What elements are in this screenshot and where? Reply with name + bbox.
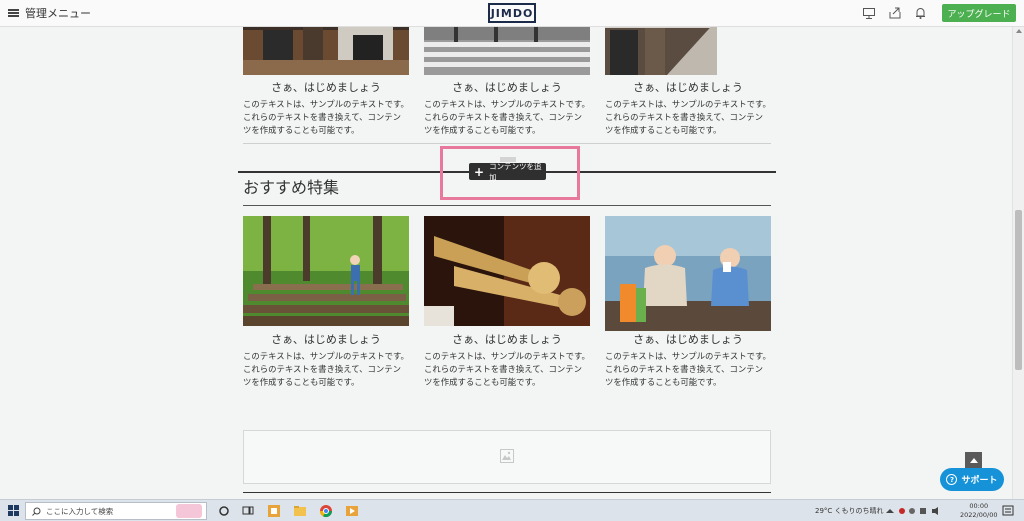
taskbar-search-placeholder: ここに入力して検索	[46, 506, 114, 516]
card-title: さぁ、はじめましょう	[452, 81, 562, 94]
card-title: さぁ、はじめましょう	[633, 333, 743, 346]
windows-start-icon[interactable]	[8, 505, 19, 516]
monitor-icon[interactable]	[862, 6, 876, 20]
scroll-thumb[interactable]	[1015, 210, 1022, 370]
system-tray-icons[interactable]	[884, 503, 944, 519]
image-icon	[500, 449, 514, 463]
bell-icon[interactable]	[913, 6, 927, 20]
clock-time: 00:00	[969, 502, 989, 510]
search-icon	[32, 507, 41, 516]
admin-menu-label: 管理メニュー	[25, 7, 91, 20]
chevron-up-icon	[969, 457, 978, 463]
scroll-to-top-button[interactable]	[965, 452, 982, 468]
trumpet-band-image[interactable]	[424, 216, 590, 326]
app-icon-1[interactable]	[266, 503, 282, 519]
section-underline	[243, 205, 771, 206]
taskbar: ここに入力して検索 29°C くもりのち晴れ 00:00 2022/00/00	[0, 499, 1024, 521]
image-placeholder[interactable]	[243, 430, 771, 484]
scroll-up-arrow-icon[interactable]	[1016, 29, 1022, 33]
card-title: さぁ、はじめましょう	[271, 81, 381, 94]
section-title[interactable]: おすすめ特集	[243, 174, 339, 198]
salon-interior-image[interactable]	[243, 27, 409, 75]
support-label: サポート	[961, 476, 998, 486]
top-bar: 管理メニュー JIMDO アップグレード	[0, 0, 1024, 27]
card-text: このテキストは、サンプルのテキストです。これらのテキストを書き換えて、コンテンツ…	[424, 99, 590, 135]
weather-text[interactable]: 29°C くもりのち晴れ	[815, 506, 884, 516]
help-icon: ?	[946, 474, 958, 485]
card-text: このテキストは、サンプルのテキストです。これらのテキストを書き換えて、コンテンツ…	[243, 351, 409, 387]
bottom-divider	[243, 492, 771, 493]
page-canvas: さぁ、はじめましょう このテキストは、サンプルのテキストです。これらのテキストを…	[0, 27, 1012, 499]
salon-chairs-image[interactable]	[605, 27, 717, 75]
card-text: このテキストは、サンプルのテキストです。これらのテキストを書き換えて、コンテンツ…	[424, 351, 590, 387]
add-content-label: コンテンツを追加	[489, 161, 542, 182]
cortana-icon[interactable]	[216, 503, 232, 519]
support-button[interactable]: ? サポート	[940, 468, 1004, 491]
media-app-icon[interactable]	[344, 503, 360, 519]
card-title: さぁ、はじめましょう	[633, 81, 743, 94]
notification-icon[interactable]	[1000, 503, 1016, 519]
card-text: このテキストは、サンプルのテキストです。これらのテキストを書き換えて、コンテンツ…	[605, 99, 771, 135]
clock-date: 2022/00/00	[960, 511, 998, 519]
file-explorer-icon[interactable]	[292, 503, 308, 519]
plus-icon: +	[474, 164, 485, 179]
share-icon[interactable]	[888, 6, 902, 20]
card-text: このテキストは、サンプルのテキストです。これらのテキストを書き換えて、コンテンツ…	[605, 351, 771, 387]
page-scrollbar[interactable]	[1012, 27, 1024, 499]
hamburger-icon	[8, 9, 19, 17]
cafe-women-image[interactable]	[605, 216, 771, 331]
card-title: さぁ、はじめましょう	[452, 333, 562, 346]
add-content-button[interactable]: + コンテンツを追加	[469, 161, 546, 182]
admin-menu-button[interactable]: 管理メニュー	[8, 4, 91, 22]
upgrade-button[interactable]: アップグレード	[942, 4, 1016, 22]
taskbar-clock[interactable]: 00:00 2022/00/00	[960, 502, 997, 520]
card-title: さぁ、はじめましょう	[271, 333, 381, 346]
jimdo-logo[interactable]: JIMDO	[488, 3, 536, 23]
chrome-icon[interactable]	[318, 503, 334, 519]
crosswalk-image[interactable]	[424, 27, 590, 75]
forest-child-image[interactable]	[243, 216, 409, 326]
task-view-icon[interactable]	[240, 503, 256, 519]
search-highlight-icon	[176, 504, 202, 518]
card-text: このテキストは、サンプルのテキストです。これらのテキストを書き換えて、コンテンツ…	[243, 99, 409, 135]
divider	[243, 143, 771, 144]
taskbar-search-input[interactable]: ここに入力して検索	[25, 502, 207, 520]
